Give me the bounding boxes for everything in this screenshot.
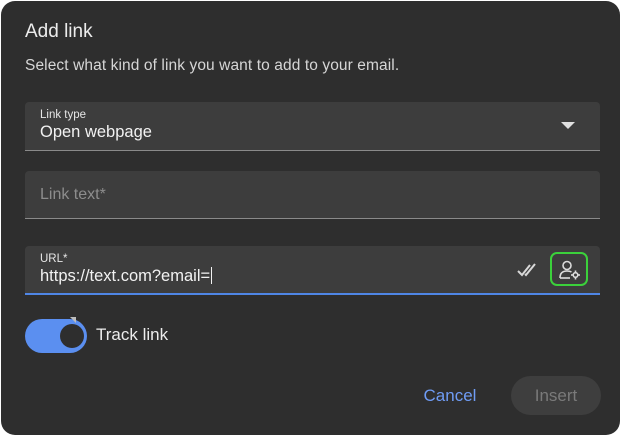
track-link-label: Track link bbox=[96, 325, 169, 344]
personalize-button[interactable] bbox=[550, 252, 588, 286]
link-type-value: Open webpage bbox=[40, 123, 152, 141]
personalize-icon bbox=[559, 260, 580, 280]
url-input-value[interactable]: https://text.com?email= bbox=[40, 267, 213, 286]
url-field[interactable]: URL* https://text.com?email= bbox=[25, 246, 600, 295]
url-label: URL* bbox=[40, 253, 68, 265]
add-link-dialog: Add link Select what kind of link you wa… bbox=[1, 1, 620, 435]
url-text: https://text.com?email= bbox=[40, 267, 211, 285]
dialog-subtitle: Select what kind of link you want to add… bbox=[25, 57, 400, 74]
toggle-thumb bbox=[60, 324, 84, 348]
insert-button[interactable]: Insert bbox=[511, 376, 601, 415]
link-type-label: Link type bbox=[40, 109, 87, 121]
link-text-placeholder: Link text* bbox=[40, 186, 106, 203]
dialog-title: Add link bbox=[25, 21, 93, 42]
link-text-field[interactable]: Link text* bbox=[25, 171, 600, 219]
track-link-toggle[interactable] bbox=[25, 319, 87, 353]
link-type-select[interactable]: Link type Open webpage bbox=[25, 102, 600, 151]
chevron-down-icon[interactable] bbox=[561, 122, 575, 129]
cancel-button[interactable]: Cancel bbox=[406, 377, 494, 415]
double-check-icon[interactable] bbox=[516, 260, 538, 280]
resize-corner-icon bbox=[70, 317, 76, 323]
text-cursor bbox=[211, 267, 213, 284]
